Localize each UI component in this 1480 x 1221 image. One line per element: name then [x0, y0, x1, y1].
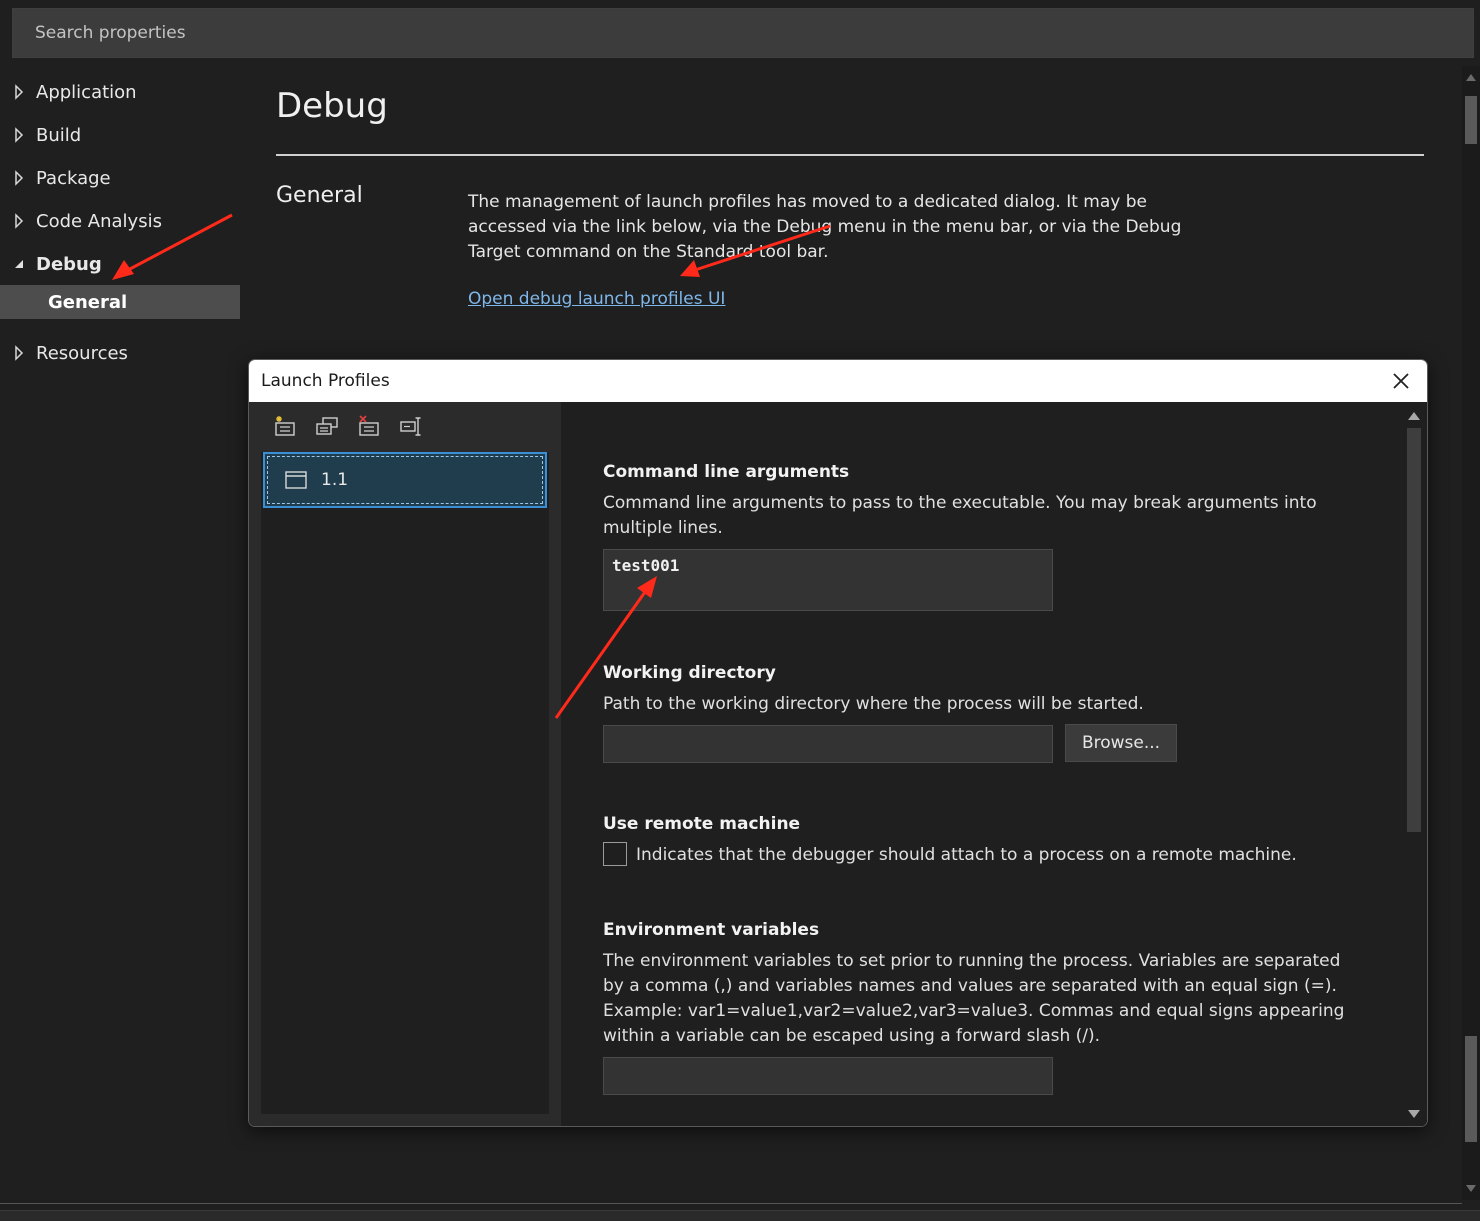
remote-title: Use remote machine: [603, 814, 801, 834]
args-description: Command line arguments to pass to the ex…: [603, 493, 1317, 538]
nav-subitem-general[interactable]: General: [0, 285, 240, 319]
nav-item-label: Debug: [36, 253, 102, 275]
profile-settings-pane: Command line arguments Command line argu…: [561, 402, 1427, 1126]
search-box[interactable]: [12, 8, 1474, 58]
profile-label: 1.1: [321, 470, 349, 490]
remote-machine-checkbox[interactable]: [603, 842, 627, 866]
dialog-title: Launch Profiles: [261, 371, 390, 391]
scroll-up-icon[interactable]: [1466, 74, 1476, 81]
scroll-up-icon[interactable]: [1408, 412, 1420, 420]
workdir-title: Working directory: [603, 663, 776, 683]
args-title: Command line arguments: [603, 462, 850, 482]
delete-profile-icon[interactable]: [357, 414, 381, 438]
section-title: General: [276, 183, 363, 208]
nav-item-application[interactable]: Application: [0, 75, 240, 109]
scroll-down-icon[interactable]: [1466, 1185, 1476, 1192]
nav-item-build[interactable]: Build: [0, 118, 240, 152]
working-directory-input[interactable]: [603, 725, 1053, 763]
nav-item-label: Build: [36, 124, 82, 146]
env-title: Environment variables: [603, 920, 820, 940]
nav-item-code-analysis[interactable]: Code Analysis: [0, 204, 240, 238]
search-input[interactable]: [13, 9, 1473, 57]
profile-list: 1.1: [261, 452, 549, 1114]
workdir-description: Path to the working directory where the …: [603, 694, 1144, 714]
command-line-args-input[interactable]: test001: [603, 549, 1053, 611]
new-profile-icon[interactable]: [273, 414, 297, 438]
expand-triangle-icon[interactable]: [14, 84, 24, 100]
nav-item-label: Code Analysis: [36, 210, 162, 232]
dialog-titlebar[interactable]: Launch Profiles: [249, 360, 1427, 402]
horizontal-scrollbar[interactable]: [0, 1210, 1480, 1221]
remote-machine-label: Indicates that the debugger should attac…: [636, 845, 1297, 865]
close-icon[interactable]: [1389, 369, 1413, 393]
launch-profiles-dialog: Launch Profiles 1.1 Command line argumen…: [248, 359, 1428, 1127]
expand-triangle-icon[interactable]: [14, 170, 24, 186]
rename-profile-icon[interactable]: [399, 414, 423, 438]
nav-item-package[interactable]: Package: [0, 161, 240, 195]
nav-subitem-label: General: [48, 291, 128, 313]
nav-item-debug[interactable]: Debug: [0, 247, 240, 281]
window-icon: [285, 471, 307, 489]
expand-triangle-icon[interactable]: [14, 345, 24, 361]
expand-triangle-icon[interactable]: [14, 127, 24, 143]
collapse-triangle-icon[interactable]: [14, 256, 24, 272]
title-divider: [276, 154, 1424, 156]
nav-item-label: Package: [36, 167, 111, 189]
profile-list-item[interactable]: 1.1: [263, 452, 547, 508]
nav-item-label: Resources: [36, 342, 128, 364]
expand-triangle-icon[interactable]: [14, 213, 24, 229]
page-title: Debug: [276, 86, 388, 126]
open-launch-profiles-link[interactable]: Open debug launch profiles UI: [468, 289, 725, 309]
env-description: The environment variables to set prior t…: [603, 951, 1345, 1046]
dialog-body: 1.1 Command line arguments Command line …: [249, 402, 1427, 1126]
browse-button[interactable]: Browse...: [1065, 724, 1177, 762]
profiles-toolbar: [273, 414, 423, 440]
bottom-divider: [0, 1203, 1462, 1204]
copy-profile-icon[interactable]: [315, 414, 339, 438]
nav-item-resources[interactable]: Resources: [0, 336, 240, 370]
section-description: The management of launch profiles has mo…: [468, 192, 1182, 262]
scroll-thumb[interactable]: [1465, 96, 1477, 144]
nav-item-label: Application: [36, 81, 137, 103]
scroll-down-icon[interactable]: [1408, 1110, 1420, 1118]
environment-variables-input[interactable]: [603, 1057, 1053, 1095]
profiles-pane: 1.1: [249, 402, 561, 1126]
scroll-thumb[interactable]: [1407, 428, 1421, 832]
dialog-scrollbar[interactable]: [1403, 402, 1425, 1126]
page-scrollbar[interactable]: [1462, 66, 1480, 1200]
scroll-thumb[interactable]: [1465, 1036, 1477, 1142]
